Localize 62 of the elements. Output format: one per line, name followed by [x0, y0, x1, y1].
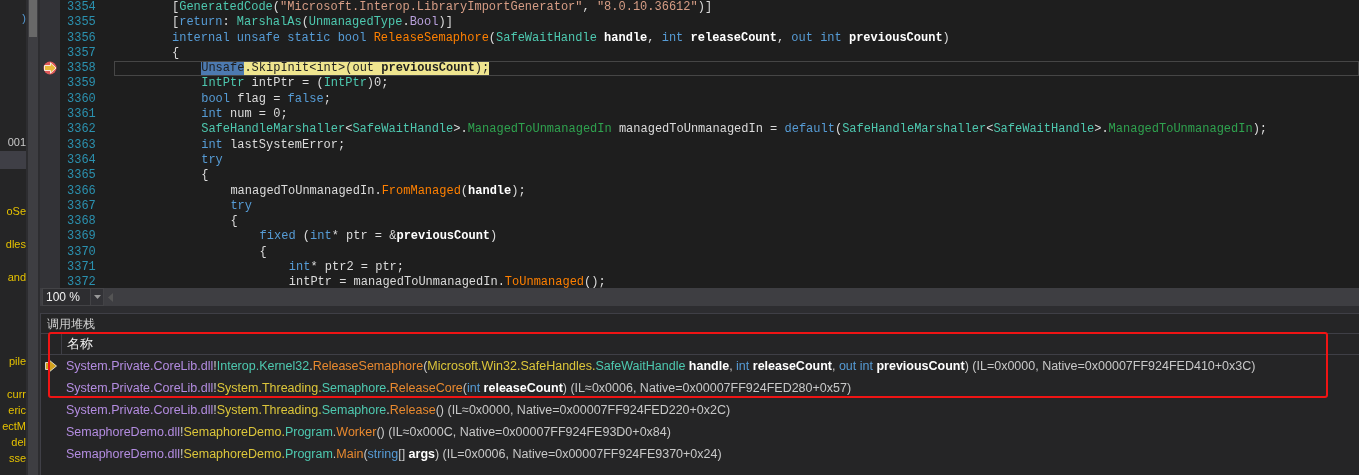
- stack-frame[interactable]: System.Private.CoreLib.dll!System.Threading.Semaphore.Release() (IL≈0x0000, Native=0x00007FF924FED220+0x2C): [61, 403, 731, 417]
- line-number: 3367: [66, 198, 97, 215]
- line-number: 3354: [66, 0, 97, 16]
- line-number: 3357: [66, 45, 97, 62]
- code-line: IntPtr intPtr = (IntPtr)0;: [200, 76, 390, 92]
- line-number: 3363: [66, 137, 97, 153]
- tree-item-text: ): [22, 11, 26, 26]
- code-line: {: [171, 45, 181, 62]
- caret-icon: [93, 295, 101, 299]
- code-line: {: [258, 244, 268, 261]
- line-number: 3361: [66, 107, 97, 123]
- tree-item-text: eric: [8, 403, 26, 418]
- code-line: int* ptr2 = ptr;: [287, 260, 406, 276]
- selected-row-highlight: [0, 151, 26, 169]
- scroll-left-icon[interactable]: [108, 292, 113, 302]
- line-number: 3365: [66, 168, 97, 184]
- stack-frame[interactable]: SemaphoreDemo.dll!SemaphoreDemo.Program.Main(string[] args) (IL=0x0006, Native=0x00007FF924FE9370+0x24): [61, 447, 722, 461]
- tree-item-text: curr: [7, 387, 26, 402]
- tree-item-text: dles: [5, 237, 26, 252]
- code-line: managedToUnmanagedIn.FromManaged(handle);: [229, 183, 527, 199]
- code-line: [GeneratedCode("Microsoft.Interop.LibraryImportGenerator", "8.0.10.36612")]: [171, 0, 714, 16]
- code-line: fixed (int* ptr = &previousCount): [258, 229, 499, 245]
- tree-item-text: 001: [7, 135, 26, 150]
- code-line: SafeHandleMarshaller<SafeWaitHandle>.ManagedToUnmanagedIn managedToUnmanagedIn = default(SafeHandleMarshaller<SafeWaitHandle>.ManagedToUnmanagedIn);: [200, 122, 1269, 138]
- line-number: 3362: [66, 122, 97, 138]
- tree-item-text: pile: [8, 354, 26, 369]
- line-number: 3368: [66, 214, 97, 230]
- line-number: 3358: [66, 61, 97, 77]
- code-line: try: [229, 198, 253, 215]
- line-number: 3372: [66, 275, 97, 288]
- code-line: {: [229, 214, 239, 230]
- current-statement-icon: [42, 61, 58, 76]
- tree-item-text: oSe: [6, 204, 26, 219]
- line-number: 3360: [66, 91, 97, 108]
- code-line: int lastSystemError;: [200, 137, 347, 153]
- zoom-dropdown[interactable]: 100 %: [42, 288, 104, 306]
- code-line: intPtr = managedToUnmanagedIn.ToUnmanaged();: [287, 275, 607, 288]
- tree-item-text: sse: [8, 451, 26, 466]
- code-line: int num = 0;: [200, 107, 289, 123]
- stack-frame[interactable]: SemaphoreDemo.dll!SemaphoreDemo.Program.Worker() (IL≈0x000C, Native=0x00007FF924FE93D0+0x84): [61, 425, 671, 439]
- code-line: bool flag = false;: [200, 91, 332, 108]
- panel-title: 调用堆栈: [46, 316, 96, 333]
- line-number: 3371: [66, 260, 97, 276]
- line-number: 3356: [66, 30, 97, 46]
- line-number: 3355: [66, 15, 97, 31]
- vertical-scrollbar[interactable]: [28, 0, 38, 475]
- column-header[interactable]: 名称: [61, 334, 93, 354]
- stack-frame[interactable]: System.Private.CoreLib.dll!System.Threading.Semaphore.ReleaseCore(int releaseCount) (IL≈0x0006, Native=0x00007FF924FED280+0x57): [61, 381, 852, 395]
- code-line: try: [200, 152, 224, 169]
- code-line: Unsafe.SkipInit<int>(out previousCount);: [114, 61, 1359, 77]
- line-number: 3369: [66, 229, 97, 245]
- tree-item-text: and: [7, 270, 26, 285]
- line-number: 3359: [66, 76, 97, 92]
- line-number: 3364: [66, 152, 97, 169]
- code-line: {: [200, 168, 210, 184]
- line-number: 3366: [66, 183, 97, 199]
- stack-frame[interactable]: System.Private.CoreLib.dll!Interop.Kernel32.ReleaseSemaphore(Microsoft.Win32.SafeHandles.SafeWaitHandle handle, int releaseCount, out int previousCount) (IL=0x0000, Native=0x00007FF924FED410+0x3C): [61, 359, 1256, 373]
- tree-item-text: del: [11, 435, 26, 450]
- code-line: internal unsafe static bool ReleaseSemaphore(SafeWaitHandle handle, int releaseCount, out int previousCount): [171, 30, 951, 46]
- tree-item-text: ectM: [2, 419, 26, 434]
- code-line: [return: MarshalAs(UnmanagedType.Bool)]: [171, 15, 454, 31]
- line-number: 3370: [66, 244, 97, 261]
